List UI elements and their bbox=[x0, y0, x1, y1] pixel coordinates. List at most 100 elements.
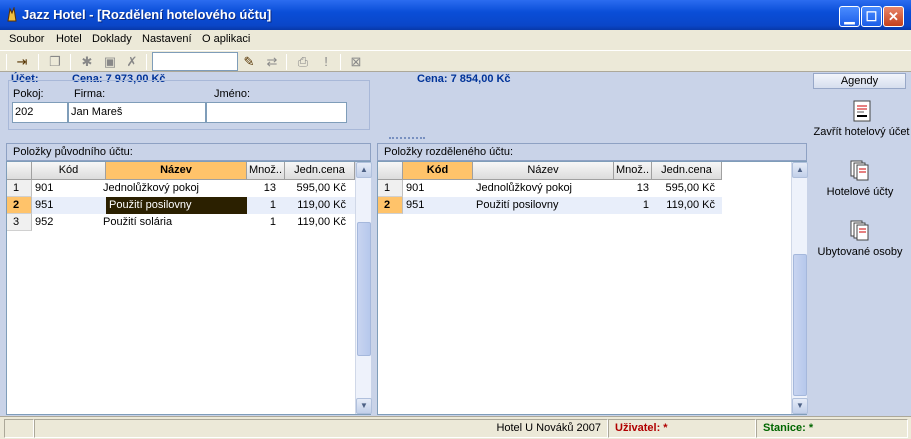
toolbar-search-input[interactable] bbox=[152, 52, 238, 71]
maximize-button[interactable]: ☐ bbox=[861, 6, 882, 27]
company-field[interactable]: Jan Mareš bbox=[68, 102, 206, 123]
status-hotel: Hotel U Nováků 2007 bbox=[34, 419, 608, 438]
right-col-qty[interactable]: Množ.. bbox=[614, 162, 652, 180]
row-number: 3 bbox=[7, 214, 32, 231]
right-col-price[interactable]: Jedn.cena bbox=[652, 162, 722, 180]
menu-o-aplikaci[interactable]: O aplikaci bbox=[202, 33, 250, 45]
toolbar-separator bbox=[286, 54, 287, 70]
left-grid-header: Položky původního účtu: bbox=[6, 143, 371, 161]
cell-code: 952 bbox=[35, 216, 54, 228]
scroll-down-button[interactable]: ▼ bbox=[356, 398, 372, 414]
cell-price: 119,00 Kč bbox=[297, 216, 346, 228]
arrow-down-icon: ▼ bbox=[360, 401, 368, 410]
row-number: 2 bbox=[7, 197, 32, 214]
sidebar-item-label: Ubytované osoby bbox=[817, 246, 903, 258]
sidebar-item-label: Hotelové účty bbox=[826, 186, 894, 198]
horizontal-splitter[interactable] bbox=[389, 137, 425, 141]
minimize-icon: ▁ bbox=[844, 9, 855, 24]
exit-door-icon: ⇥ bbox=[16, 54, 28, 69]
table-row[interactable]: 3 952 Použití solária 1 119,00 Kč bbox=[7, 214, 355, 231]
account-panel: Účet: Cena: 7 973,00 Kč Cena: 7 854,00 K… bbox=[0, 72, 810, 140]
cell-price: 119,00 Kč bbox=[297, 199, 346, 211]
new-button[interactable]: ✱ bbox=[78, 53, 96, 71]
copy-button[interactable]: ❐ bbox=[46, 53, 64, 71]
table-row[interactable]: 1 901 Jednolůžkový pokoj 13 595,00 Kč bbox=[378, 180, 722, 197]
right-col-name[interactable]: Název bbox=[473, 162, 614, 180]
cell-name: Použití solária bbox=[103, 216, 173, 228]
sidebar-item-hotel-accounts[interactable]: Hotelové účty bbox=[812, 160, 908, 198]
left-col-code[interactable]: Kód bbox=[32, 162, 106, 180]
close-button[interactable]: ✕ bbox=[883, 6, 904, 27]
toolbar-separator bbox=[70, 54, 71, 70]
left-grid-scrollbar[interactable]: ▲ ▼ bbox=[355, 162, 372, 414]
cell-qty: 13 bbox=[636, 182, 649, 194]
scroll-up-button[interactable]: ▲ bbox=[792, 162, 808, 178]
toolbar-separator bbox=[6, 54, 7, 70]
close-icon: ✕ bbox=[888, 9, 899, 24]
right-grid-corner bbox=[378, 162, 403, 180]
save-icon: ▣ bbox=[103, 54, 117, 69]
cell-name-selected[interactable]: Použití posilovny bbox=[106, 197, 247, 214]
scroll-down-button[interactable]: ▼ bbox=[792, 398, 808, 414]
cell-qty: 1 bbox=[269, 216, 276, 228]
row-number: 1 bbox=[378, 180, 403, 197]
menu-bar: Soubor Hotel Doklady Nastavení O aplikac… bbox=[0, 30, 911, 50]
menu-hotel[interactable]: Hotel bbox=[56, 33, 82, 45]
transfer-icon: ⇄ bbox=[266, 54, 278, 69]
row-number: 1 bbox=[7, 180, 32, 197]
name-label: Jméno: bbox=[214, 88, 251, 100]
arrow-up-icon: ▲ bbox=[796, 165, 804, 174]
warning-button[interactable]: ! bbox=[317, 53, 335, 71]
name-field[interactable] bbox=[206, 102, 347, 123]
guests-icon bbox=[850, 220, 870, 242]
arrow-down-icon: ▼ bbox=[796, 401, 804, 410]
exclamation-icon: ! bbox=[324, 54, 328, 69]
cell-price: 119,00 Kč bbox=[666, 199, 715, 211]
copy-icon: ❐ bbox=[49, 54, 61, 69]
toolbar-separator bbox=[38, 54, 39, 70]
cell-code: 901 bbox=[35, 182, 54, 194]
sidebar-item-guests[interactable]: Ubytované osoby bbox=[812, 220, 908, 258]
edit-button[interactable]: ✎ bbox=[240, 53, 258, 71]
table-row[interactable]: 2 951 Použití posilovny 1 119,00 Kč bbox=[378, 197, 722, 214]
exit-button[interactable]: ⇥ bbox=[13, 53, 31, 71]
cell-code: 951 bbox=[35, 199, 54, 211]
cell-code: 951 bbox=[406, 199, 425, 211]
right-grid-header: Položky rozděleného účtu: bbox=[377, 143, 807, 161]
menu-nastaveni[interactable]: Nastavení bbox=[142, 33, 192, 45]
right-col-code[interactable]: Kód bbox=[403, 162, 473, 180]
menu-soubor[interactable]: Soubor bbox=[9, 33, 44, 45]
cell-qty: 1 bbox=[642, 199, 649, 211]
room-label: Pokoj: bbox=[13, 88, 44, 100]
cell-name: Jednolůžkový pokoj bbox=[103, 182, 200, 194]
sidebar-item-label: Zavřít hotelový účet bbox=[813, 126, 910, 138]
delete-button[interactable]: ✗ bbox=[123, 53, 141, 71]
window-title: Jazz Hotel - [Rozdělení hotelového účtu] bbox=[22, 7, 272, 22]
lock-button[interactable]: ⊠ bbox=[347, 53, 365, 71]
room-field[interactable]: 202 bbox=[12, 102, 68, 123]
save-button[interactable]: ▣ bbox=[101, 53, 119, 71]
company-label: Firma: bbox=[74, 88, 106, 100]
toolbar-separator bbox=[146, 54, 147, 70]
left-col-name[interactable]: Název bbox=[106, 162, 247, 180]
new-icon: ✱ bbox=[81, 54, 93, 69]
right-grid-scrollbar[interactable]: ▲ ▼ bbox=[791, 162, 808, 414]
left-items-grid: Kód Název Množ.. Jedn.cena 1 901 Jednolů… bbox=[6, 161, 372, 415]
left-col-price[interactable]: Jedn.cena bbox=[285, 162, 355, 180]
toolbar: ⇥ ❐ ✱ ▣ ✗ ✎ ⇄ ⎙ ! ⊠ bbox=[0, 50, 911, 72]
minimize-button[interactable]: ▁ bbox=[839, 6, 860, 27]
sidebar-item-close-account[interactable]: Zavřít hotelový účet bbox=[812, 100, 911, 138]
table-row[interactable]: 1 901 Jednolůžkový pokoj 13 595,00 Kč bbox=[7, 180, 355, 197]
scroll-thumb[interactable] bbox=[357, 222, 371, 356]
left-grid-corner bbox=[7, 162, 32, 180]
maximize-icon: ☐ bbox=[865, 9, 878, 24]
table-row[interactable]: 2 951 Použití posilovny 1 119,00 Kč bbox=[7, 197, 355, 214]
right-items-grid: Kód Název Množ.. Jedn.cena 1 901 Jednolů… bbox=[377, 161, 808, 415]
left-col-qty[interactable]: Množ.. bbox=[247, 162, 285, 180]
scroll-up-button[interactable]: ▲ bbox=[356, 162, 372, 178]
hotel-accounts-icon bbox=[850, 160, 870, 182]
print-button[interactable]: ⎙ bbox=[294, 53, 312, 71]
scroll-thumb[interactable] bbox=[793, 254, 807, 396]
menu-doklady[interactable]: Doklady bbox=[92, 33, 132, 45]
transfer-button[interactable]: ⇄ bbox=[263, 53, 281, 71]
